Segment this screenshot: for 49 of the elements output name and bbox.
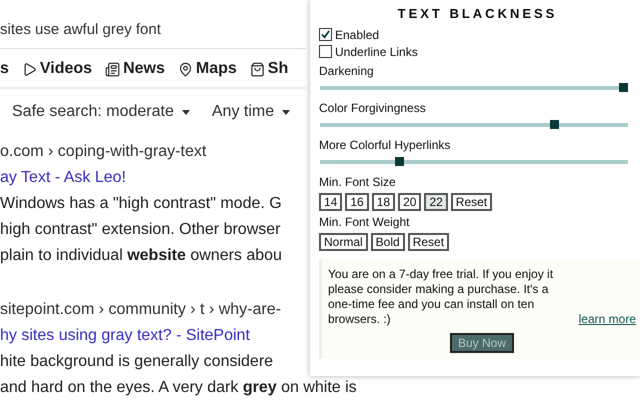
caret-icon <box>182 110 190 114</box>
option-button[interactable]: 20 <box>398 193 422 211</box>
slider-thumb[interactable] <box>619 83 628 92</box>
nav-tab[interactable]: News <box>105 60 165 78</box>
option-button[interactable]: Bold <box>370 233 405 251</box>
filter-dropdown[interactable]: Any time <box>212 99 290 125</box>
slider-thumb[interactable] <box>394 157 404 166</box>
caret-icon <box>282 110 290 114</box>
result-snippet: Windows has a "high contrast" mode. G <box>0 194 282 214</box>
nav-tab[interactable]: s <box>0 60 9 78</box>
learn-more-link[interactable]: learn more <box>578 312 636 327</box>
nav-tab[interactable]: Sh <box>250 60 288 78</box>
section-label: Min. Font Weight <box>319 215 410 230</box>
result-url: sitepoint.com › community › t › why-are- <box>0 300 281 320</box>
result-title-link[interactable]: hy sites using gray text? - SitePoint <box>0 323 250 349</box>
checkbox-label: Underline Links <box>335 44 418 58</box>
result-snippet: high contrast" extension. Other browser <box>0 220 280 240</box>
option-button[interactable]: 18 <box>372 193 396 211</box>
reset-button[interactable]: Reset <box>450 193 492 211</box>
nav-tab[interactable]: Maps <box>178 60 237 78</box>
filter-dropdown[interactable]: Safe search: moderate <box>12 99 190 125</box>
option-button[interactable]: 14 <box>319 193 342 211</box>
slider-thumb[interactable] <box>550 120 560 129</box>
slider-label: More Colorful Hyperlinks <box>319 138 452 153</box>
search-field[interactable]: sites use awful grey font <box>0 20 306 49</box>
slider-label: Darkening <box>319 64 375 79</box>
section-label: Min. Font Size <box>319 175 397 190</box>
shopping-bag-icon <box>250 62 265 76</box>
result-snippet: and hard on the eyes. A very dark grey on white is <box>0 378 357 398</box>
option-button[interactable]: 16 <box>345 193 369 211</box>
newspaper-icon <box>105 62 120 76</box>
result-title-link[interactable]: ay Text - Ask Leo! <box>0 165 126 191</box>
result-snippet: plain to individual website owners abou <box>0 246 282 266</box>
checkbox-label: Enabled <box>335 28 380 42</box>
checkmark-icon <box>321 30 330 39</box>
checkbox[interactable] <box>319 45 332 58</box>
option-button[interactable]: 22 <box>424 193 448 211</box>
reset-button[interactable]: Reset <box>408 233 450 251</box>
nav-tab[interactable]: Videos <box>22 60 92 78</box>
slider-track[interactable] <box>320 83 628 92</box>
trial-message: You are on a 7-day free trial. If you enjoy it please consider making a purchase. It's a one-time fee and you can install on ten browsers. :) <box>328 267 554 327</box>
play-icon <box>22 62 37 76</box>
map-pin-icon <box>178 62 193 76</box>
checkbox[interactable] <box>319 28 332 41</box>
popup-title: TEXT BLACKNESS <box>398 6 558 21</box>
result-url: o.com › coping-with-gray-text <box>0 142 206 162</box>
slider-label: Color Forgivingness <box>319 101 427 116</box>
result-snippet: hite background is generally considere <box>0 352 274 372</box>
option-button[interactable]: Normal <box>319 233 368 251</box>
